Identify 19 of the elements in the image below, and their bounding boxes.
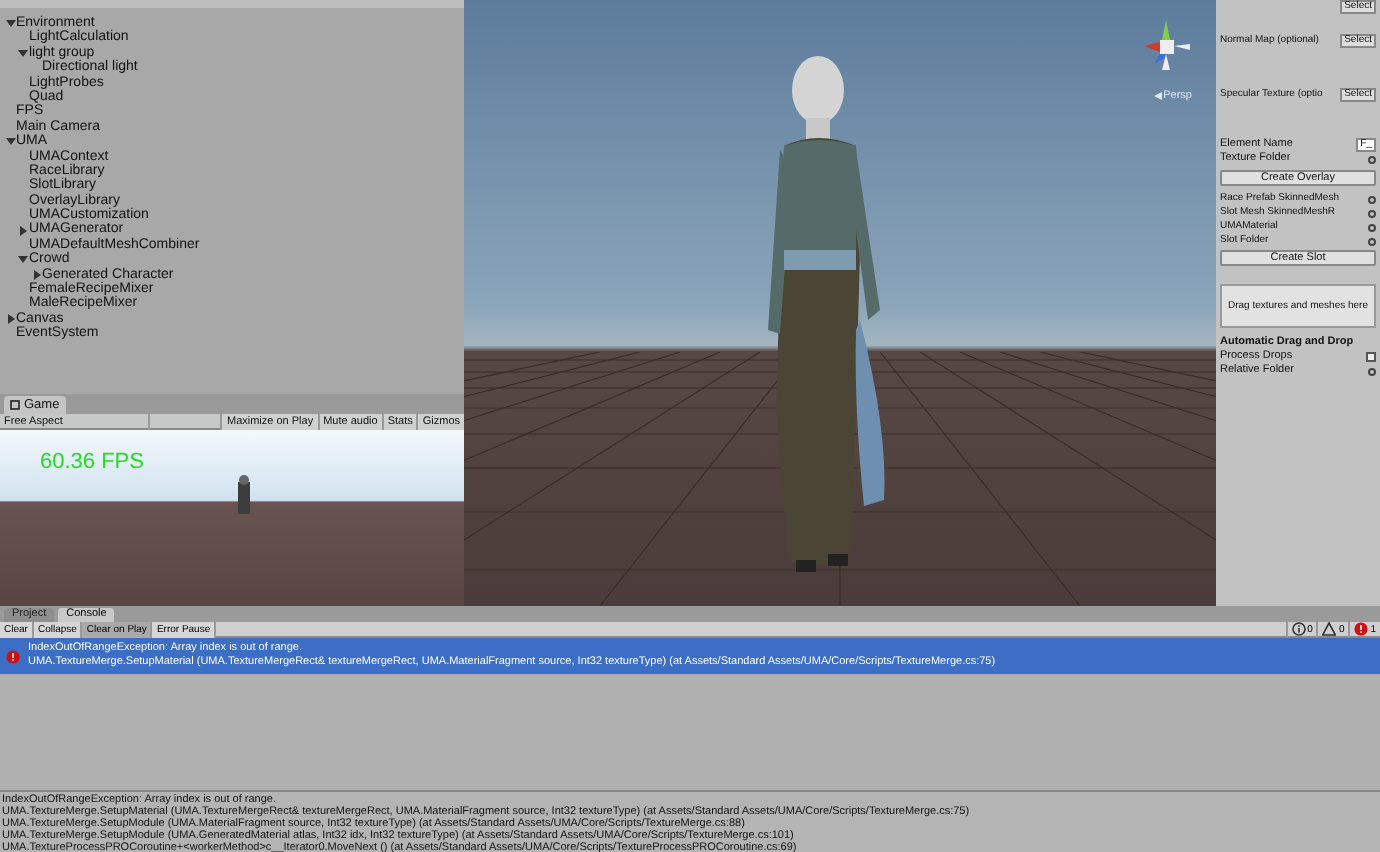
expanded-arrow-icon[interactable] — [5, 18, 15, 29]
process-drops-checkbox[interactable] — [1366, 352, 1376, 362]
fps-counter: 60.36 FPS — [40, 448, 144, 478]
game-view-icon — [10, 400, 20, 410]
error-icon — [1354, 622, 1369, 636]
collapsed-arrow-icon[interactable] — [18, 225, 28, 236]
object-picker-icon[interactable] — [1368, 155, 1376, 163]
object-picker-icon[interactable] — [1368, 367, 1376, 375]
character-drawing — [238, 474, 250, 514]
error-icon — [6, 649, 20, 663]
console-entry[interactable] — [0, 638, 1380, 674]
expanded-arrow-icon[interactable] — [18, 254, 28, 265]
warning-icon — [1322, 622, 1337, 636]
collapsed-arrow-icon[interactable] — [31, 269, 41, 280]
collapsed-arrow-icon[interactable] — [5, 314, 15, 324]
expanded-arrow-icon[interactable] — [18, 47, 28, 58]
expanded-arrow-icon[interactable] — [5, 136, 15, 147]
info-icon — [1291, 622, 1306, 636]
camera-icon — [1153, 92, 1162, 101]
